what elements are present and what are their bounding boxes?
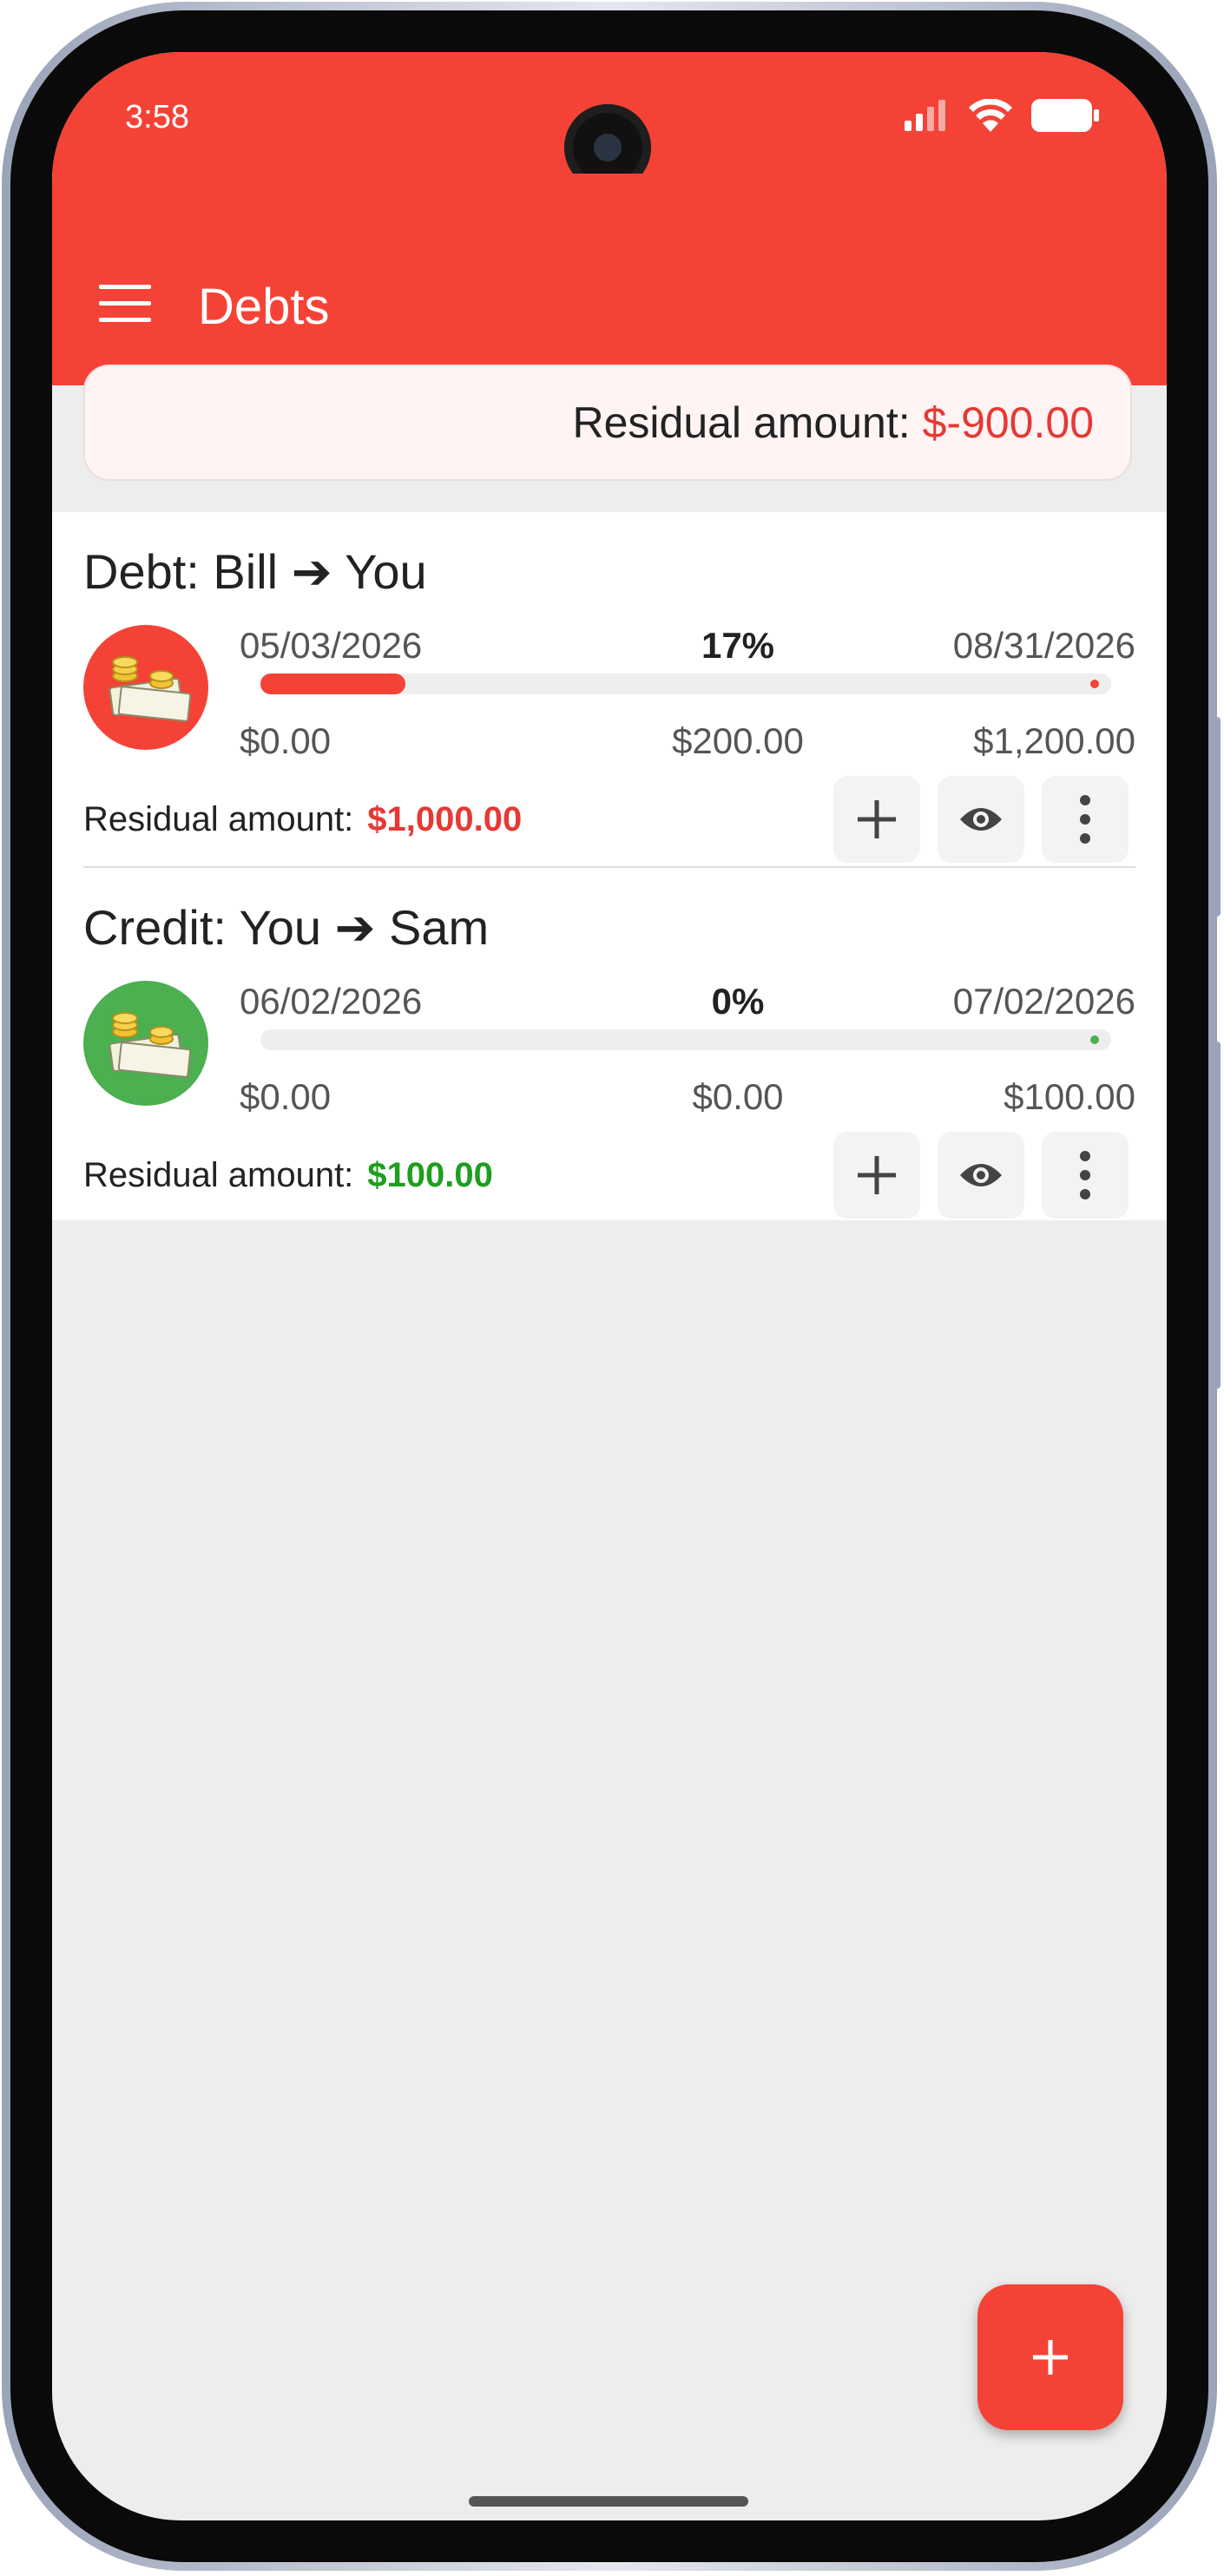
volume-button bbox=[1214, 717, 1221, 917]
summary-value: $-900.00 bbox=[922, 398, 1094, 447]
progress-end-dot bbox=[1090, 1035, 1099, 1044]
progress-bar bbox=[260, 1029, 1111, 1050]
start-date: 05/03/2026 bbox=[240, 625, 423, 666]
card-title: Credit: You ➔ Sam bbox=[83, 900, 490, 955]
credit-card[interactable]: Credit: You ➔ Sam 06/02/2026 0% 07/02/20… bbox=[83, 866, 1135, 1220]
min-amount: $0.00 bbox=[240, 720, 332, 761]
battery-icon bbox=[1031, 99, 1099, 132]
add-debt-button[interactable] bbox=[977, 2284, 1123, 2430]
debt-card[interactable]: Debt: Bill ➔ You 05/03/2026 17% 08/31/20… bbox=[52, 512, 1167, 866]
residual-row: Residual amount: $100.00 bbox=[83, 1156, 493, 1195]
home-indicator[interactable] bbox=[469, 2496, 748, 2507]
card-title: Debt: Bill ➔ You bbox=[83, 544, 427, 599]
residual-label: Residual amount: bbox=[83, 1156, 354, 1194]
min-amount: $0.00 bbox=[240, 1076, 332, 1117]
money-icon bbox=[83, 625, 208, 750]
end-date: 07/02/2026 bbox=[952, 981, 1135, 1022]
start-date: 06/02/2026 bbox=[240, 981, 423, 1022]
progress-percent: 17% bbox=[701, 625, 775, 666]
view-button[interactable] bbox=[938, 776, 1024, 863]
paid-amount: $200.00 bbox=[672, 720, 804, 761]
end-date: 08/31/2026 bbox=[952, 625, 1135, 666]
phone-frame: 3:58 Debts Residual amount: $-900.00 Deb… bbox=[2, 2, 1217, 2571]
progress-percent: 0% bbox=[711, 981, 765, 1022]
residual-summary: Residual amount: $-900.00 bbox=[83, 365, 1132, 481]
total-amount: $100.00 bbox=[1004, 1076, 1135, 1117]
status-icons bbox=[905, 99, 1099, 132]
eye-icon bbox=[960, 1164, 1002, 1186]
paid-amount: $0.00 bbox=[692, 1076, 784, 1117]
more-vertical-icon bbox=[1080, 1151, 1090, 1199]
wifi-icon bbox=[969, 99, 1012, 132]
more-options-button[interactable] bbox=[1042, 1132, 1129, 1219]
add-payment-button[interactable] bbox=[833, 1132, 920, 1219]
view-button[interactable] bbox=[938, 1132, 1024, 1219]
progress-bar bbox=[260, 674, 1111, 694]
debt-list: Debt: Bill ➔ You 05/03/2026 17% 08/31/20… bbox=[52, 512, 1167, 1220]
more-options-button[interactable] bbox=[1042, 776, 1129, 863]
page-title: Debts bbox=[198, 279, 330, 335]
residual-value: $100.00 bbox=[367, 1156, 493, 1194]
add-payment-button[interactable] bbox=[833, 776, 920, 863]
money-icon bbox=[83, 981, 208, 1106]
eye-icon bbox=[960, 808, 1002, 831]
summary-label: Residual amount: bbox=[572, 398, 911, 447]
add-icon bbox=[858, 1156, 896, 1194]
residual-label: Residual amount: bbox=[83, 800, 354, 838]
total-amount: $1,200.00 bbox=[973, 720, 1135, 761]
residual-row: Residual amount: $1,000.00 bbox=[83, 800, 522, 839]
app-bar: Debts bbox=[52, 174, 1167, 385]
power-button bbox=[1214, 1042, 1221, 1389]
add-icon bbox=[858, 800, 896, 838]
status-time: 3:58 bbox=[125, 99, 189, 135]
signal-icon bbox=[905, 100, 945, 131]
residual-value: $1,000.00 bbox=[367, 800, 523, 838]
more-vertical-icon bbox=[1080, 795, 1090, 844]
screen: 3:58 Debts Residual amount: $-900.00 Deb… bbox=[52, 52, 1167, 2520]
progress-fill bbox=[260, 674, 405, 694]
add-icon bbox=[1033, 2340, 1068, 2375]
menu-icon[interactable] bbox=[99, 285, 151, 323]
status-bar: 3:58 bbox=[52, 52, 1167, 191]
phone-bezel: 3:58 Debts Residual amount: $-900.00 Deb… bbox=[10, 10, 1208, 2562]
progress-end-dot bbox=[1090, 680, 1099, 688]
